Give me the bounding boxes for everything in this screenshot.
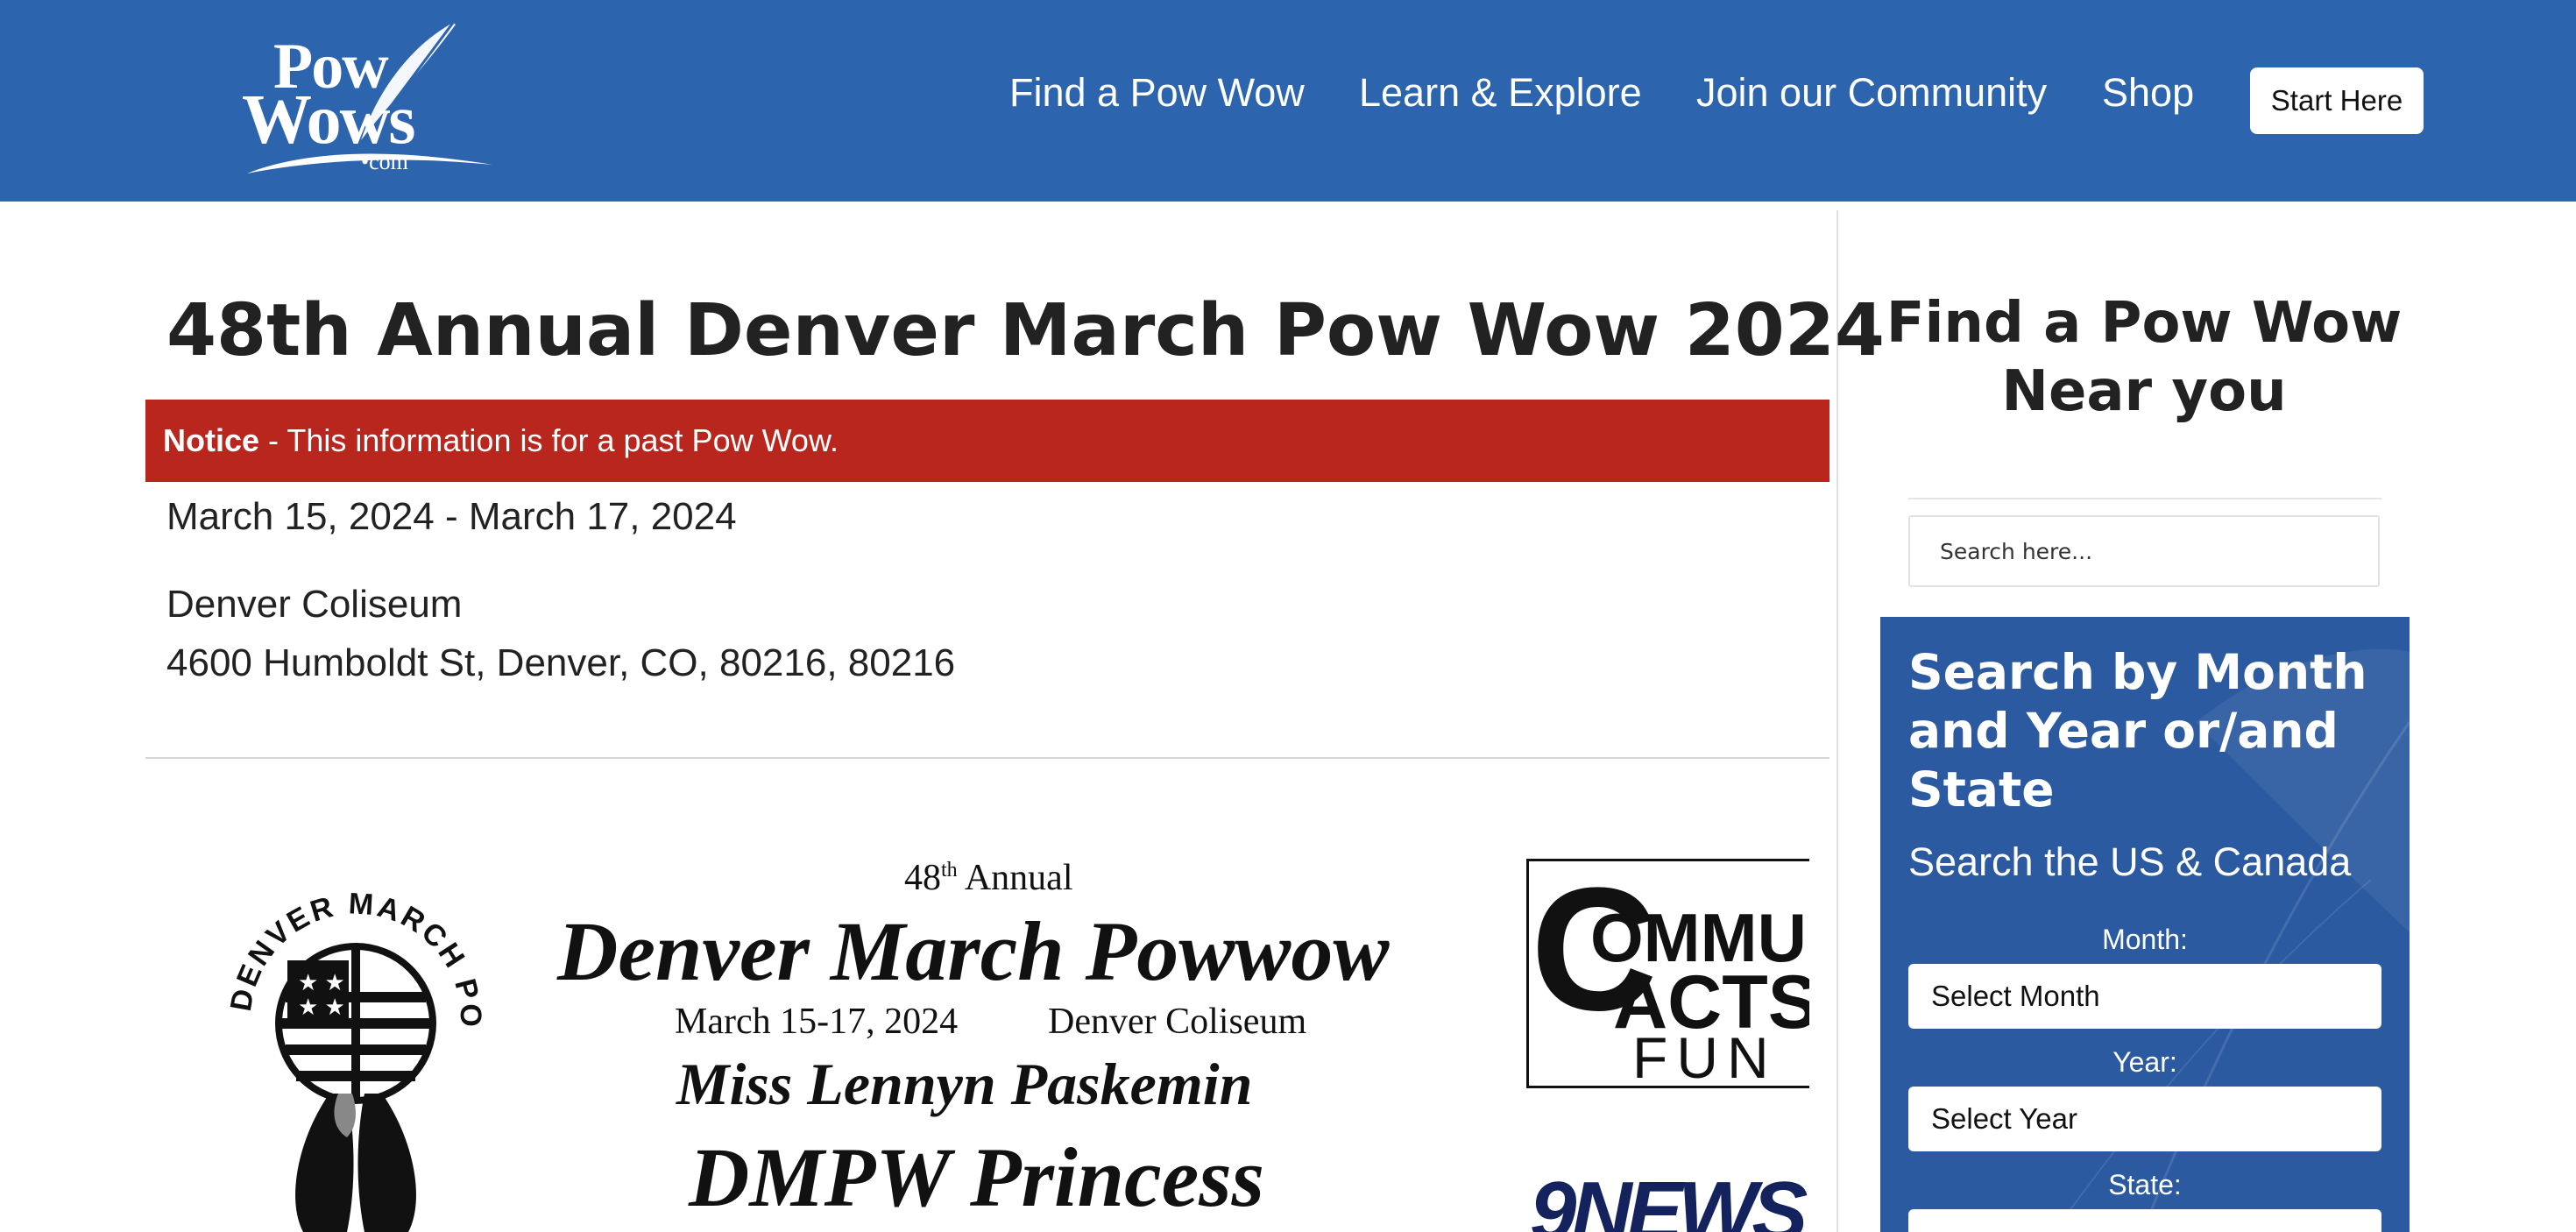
logo-text-com: •com (361, 149, 408, 174)
panel-subtitle: Search the US & Canada (1908, 839, 2352, 884)
event-poster-image: DENVER MARCH POW-WOW ★ ★ ★ ★ 48th Annual… (145, 771, 1810, 1232)
poster-dates: March 15-17, 2024 (675, 1002, 959, 1042)
svg-text:★ ★: ★ ★ (298, 969, 345, 995)
past-event-notice: Notice - This information is for a past … (145, 400, 1829, 482)
denver-march-powwow-seal-icon: DENVER MARCH POW-WOW ★ ★ ★ ★ (216, 848, 485, 1232)
nav-join-community[interactable]: Join our Community (1696, 70, 2047, 116)
poster-annual-word: Annual (957, 858, 1073, 898)
page-title: 48th Annual Denver March Pow Wow 2024 (166, 289, 1885, 372)
poster-title: Denver March Powwow (557, 904, 1390, 998)
svg-text:★ ★: ★ ★ (298, 994, 345, 1020)
sponsor-line3: FUN (1632, 1025, 1778, 1088)
search-by-date-panel: Search by Month and Year or/and State Se… (1880, 617, 2410, 1232)
site-header: Pow Wows •com Find a Pow Wow Learn & Exp… (0, 0, 2576, 202)
nav-find-pow-wow[interactable]: Find a Pow Wow (1009, 70, 1305, 116)
year-select[interactable]: Select Year (1908, 1087, 2381, 1151)
event-address: 4600 Humboldt St, Denver, CO, 80216, 802… (166, 641, 956, 684)
panel-title: Search by Month and Year or/and State (1908, 644, 2367, 818)
divider (145, 757, 1829, 759)
sidebar-divider (1908, 498, 2381, 499)
poster-princess: DMPW Princess (689, 1130, 1264, 1224)
powwows-logo[interactable]: Pow Wows •com (230, 18, 501, 184)
event-dates: March 15, 2024 - March 17, 2024 (166, 495, 737, 538)
poster-annual: 48th Annual (904, 857, 1073, 899)
poster-annual-sup: th (941, 859, 958, 882)
poster-location: Denver Coliseum (1048, 1002, 1307, 1042)
nav-learn-explore[interactable]: Learn & Explore (1359, 70, 1642, 116)
state-select[interactable] (1908, 1209, 2381, 1232)
poster-miss: Miss Lennyn Paskemin (676, 1051, 1253, 1117)
sidebar-title: Find a Pow Wow Near you (1886, 291, 2403, 424)
event-venue: Denver Coliseum (166, 583, 463, 626)
month-select[interactable]: Select Month (1908, 964, 2381, 1029)
state-label: State: (2108, 1169, 2182, 1200)
year-label: Year: (2112, 1046, 2177, 1078)
poster-annual-num: 48 (904, 858, 941, 898)
search-input[interactable] (1908, 515, 2380, 587)
notice-text: - This information is for a past Pow Wow… (259, 422, 839, 458)
month-label: Month: (2102, 924, 2188, 955)
9news-sponsor-logo: 9NEWS (1530, 1165, 1808, 1232)
notice-label: Notice (163, 422, 260, 458)
start-here-button[interactable]: Start Here (2250, 67, 2424, 134)
community-sponsor-logo: C OMMUNIT ACTS FUN (1526, 859, 1809, 1088)
nav-shop[interactable]: Shop (2102, 70, 2194, 116)
